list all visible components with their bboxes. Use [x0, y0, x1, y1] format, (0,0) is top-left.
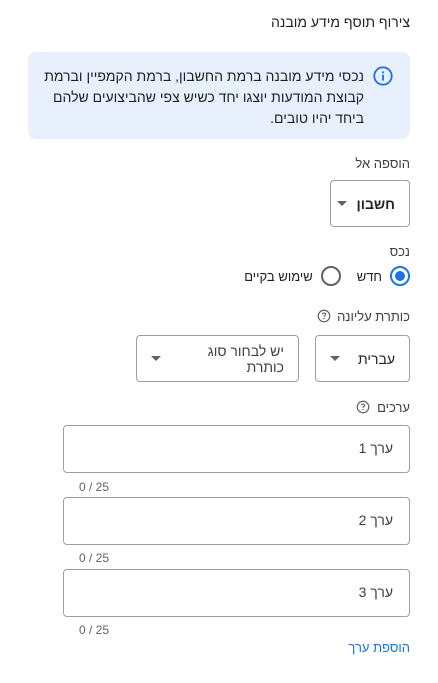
asset-label: נכס — [389, 244, 410, 259]
value-3-counter: 0 / 25 — [79, 623, 110, 637]
value-2-counter: 0 / 25 — [79, 551, 110, 565]
header-type-dropdown[interactable]: יש לבחור סוג כותרת — [136, 335, 299, 382]
help-icon[interactable] — [356, 400, 370, 414]
info-banner: נכסי מידע מובנה ברמת החשבון, ברמת הקמפיי… — [28, 52, 410, 139]
dropdown-arrow-icon — [330, 356, 340, 361]
info-text: נכסי מידע מובנה ברמת החשבון, ברמת הקמפיי… — [44, 68, 364, 126]
header-language-dropdown[interactable]: עברית — [315, 335, 410, 382]
asset-new-radio[interactable]: חדש — [357, 266, 410, 286]
dropdown-arrow-icon — [151, 356, 161, 361]
value-1-counter: 0 / 25 — [79, 480, 110, 494]
page-title: צירוף תוסף מידע מובנה — [271, 14, 410, 30]
value-2-input[interactable]: ערך 2 — [63, 497, 410, 545]
add-to-label: הוספה אל — [355, 156, 410, 171]
asset-new-label: חדש — [356, 268, 382, 284]
values-label: ערכים — [377, 400, 410, 415]
header-language-value: עברית — [357, 350, 395, 367]
header-label-row: כותרת עליונה — [317, 309, 410, 324]
values-label-row: ערכים — [356, 400, 410, 415]
asset-existing-label: שימוש בקיים — [244, 268, 313, 284]
header-type-placeholder: יש לבחור סוג כותרת — [207, 342, 284, 375]
dropdown-arrow-icon — [336, 201, 347, 206]
radio-unchecked-icon — [320, 266, 341, 286]
help-icon[interactable] — [317, 309, 331, 323]
radio-checked-icon — [390, 266, 410, 286]
asset-existing-radio[interactable]: שימוש בקיים — [244, 266, 341, 286]
value-1-input[interactable]: ערך 1 — [63, 425, 410, 473]
add-to-value: חשבון — [356, 195, 396, 212]
add-value-link[interactable]: הוספת ערך — [348, 640, 410, 655]
header-label: כותרת עליונה — [337, 309, 410, 324]
asset-radio-group: חדש שימוש בקיים — [244, 266, 410, 286]
value-3-input[interactable]: ערך 3 — [63, 569, 410, 617]
info-icon — [373, 66, 393, 86]
add-to-dropdown[interactable]: חשבון — [330, 180, 410, 227]
